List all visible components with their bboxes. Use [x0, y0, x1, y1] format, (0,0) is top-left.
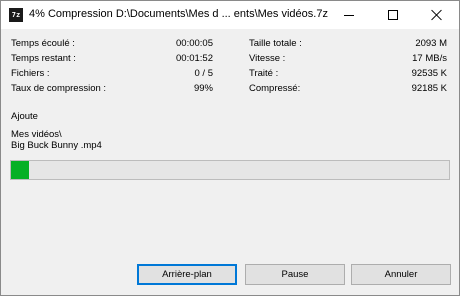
close-icon	[431, 9, 443, 21]
minimize-button[interactable]	[327, 1, 371, 29]
minimize-icon	[344, 14, 354, 16]
files-value: 0 / 5	[194, 68, 214, 79]
compressed-value: 92185 K	[411, 83, 447, 94]
compression-ratio-value: 99%	[193, 83, 213, 94]
remaining-time-label: Temps restant :	[11, 53, 76, 64]
speed-label: Vitesse :	[249, 53, 286, 64]
elapsed-time-label: Temps écoulé :	[11, 38, 75, 49]
progress-bar	[10, 160, 450, 180]
title-bar[interactable]: 7z 4% Compression D:\Documents\Mes d ...…	[1, 1, 459, 29]
total-size-value: 2093 M	[415, 38, 447, 49]
processed-label: Traité :	[249, 68, 279, 79]
progress-bar-fill	[11, 161, 29, 179]
maximize-icon	[388, 10, 398, 20]
app-icon: 7z	[9, 8, 23, 22]
compressed-label: Compressé:	[249, 83, 301, 94]
total-size-label: Taille totale :	[249, 38, 302, 49]
compression-dialog: 7z 4% Compression D:\Documents\Mes d ...…	[0, 0, 460, 296]
speed-value: 17 MB/s	[412, 53, 447, 64]
processed-value: 92535 K	[411, 68, 447, 79]
cancel-button[interactable]: Annuler	[351, 264, 451, 285]
close-button[interactable]	[415, 1, 459, 29]
current-file: Big Buck Bunny .mp4	[11, 140, 102, 151]
background-button[interactable]: Arrière-plan	[137, 264, 237, 285]
pause-button[interactable]: Pause	[245, 264, 345, 285]
files-label: Fichiers :	[11, 68, 50, 79]
window-title: 4% Compression D:\Documents\Mes d ... en…	[29, 8, 328, 20]
remaining-time-value: 00:01:52	[176, 53, 213, 64]
elapsed-time-value: 00:00:05	[176, 38, 213, 49]
compression-ratio-label: Taux de compression :	[11, 83, 107, 94]
operation-label: Ajoute	[11, 111, 38, 122]
maximize-button[interactable]	[371, 1, 415, 29]
